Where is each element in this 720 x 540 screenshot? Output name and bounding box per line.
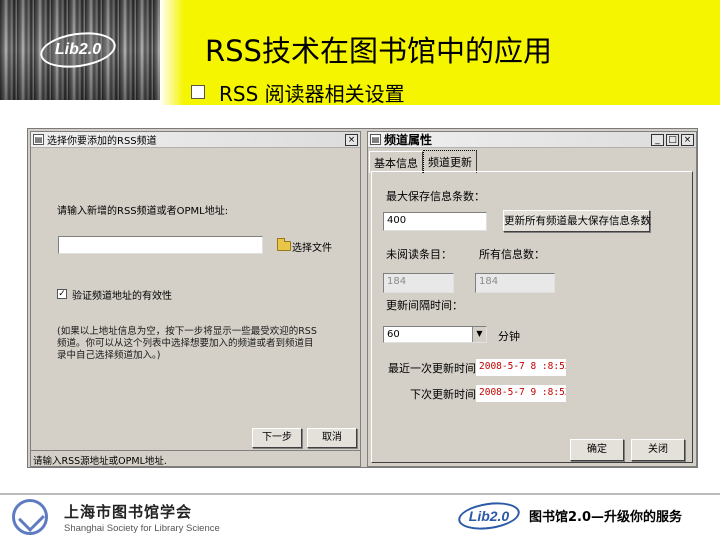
add-channel-title: 选择你要添加的RSS频道 xyxy=(47,136,157,147)
interval-value: 60 xyxy=(387,329,400,340)
chevron-down-icon[interactable]: ▼ xyxy=(472,327,486,342)
choose-file-link[interactable]: 选择文件 xyxy=(292,239,332,254)
status-bar: 请输入RSS源地址或OPML地址. xyxy=(31,450,360,466)
lib2-footer-text: Lib2.0 xyxy=(468,508,510,524)
society-logo-icon xyxy=(12,499,48,535)
interval-select[interactable]: 60 ▼ xyxy=(383,326,487,343)
channel-url-input[interactable] xyxy=(58,236,263,254)
close-icon[interactable]: × xyxy=(681,133,694,146)
maximize-icon[interactable]: □ xyxy=(666,133,679,146)
properties-tabs: 基本信息 频道更新 xyxy=(369,150,477,173)
folder-icon[interactable] xyxy=(277,238,291,251)
update-all-max-button[interactable]: 更新所有频道最大保存信息条数 xyxy=(503,210,651,232)
add-channel-dialog: ▤ 选择你要添加的RSS频道 × 请输入新增的RSS频道或者OPML地址: 选择… xyxy=(30,131,361,467)
channel-update-panel: 最大保存信息条数： 400 更新所有频道最大保存信息条数 未阅读条目： 所有信息… xyxy=(371,171,693,463)
max-items-label: 最大保存信息条数： xyxy=(386,190,485,203)
footer-slogan: 图书馆2.0—升级你的服务 xyxy=(529,510,683,525)
channel-properties-title: 频道属性 xyxy=(384,133,433,147)
footer-divider xyxy=(0,493,720,495)
unread-count-field: 184 xyxy=(383,273,454,293)
next-update-value: 2008-5-7 9 :8:53 xyxy=(479,387,566,398)
last-update-value: 2008-5-7 8 :8:53 xyxy=(479,361,566,372)
society-name-en: Shanghai Society for Library Science xyxy=(64,523,220,534)
slide-header: Lib2.0 RSS技术在图书馆中的应用 RSS 阅读器相关设置 xyxy=(0,0,720,106)
next-update-field: 2008-5-7 9 :8:53 xyxy=(476,385,566,402)
last-update-field: 2008-5-7 8 :8:53 xyxy=(476,359,566,376)
tab-basic-info[interactable]: 基本信息 xyxy=(369,151,423,173)
window-app-icon: ▤ xyxy=(370,134,381,145)
channel-properties-titlebar: ▤ 频道属性 _ □ × xyxy=(368,132,696,148)
total-count-field: 184 xyxy=(475,273,555,293)
square-bullet-icon xyxy=(191,85,205,99)
channel-properties-dialog: ▤ 频道属性 _ □ × 基本信息 频道更新 最大保存信息条数： 400 更新所… xyxy=(367,131,697,467)
minimize-icon[interactable]: _ xyxy=(651,133,664,146)
verify-label: 验证频道地址的有效性 xyxy=(72,291,172,302)
verify-checkbox[interactable]: ✓ xyxy=(57,289,67,299)
screenshot-frame: ▤ 选择你要添加的RSS频道 × 请输入新增的RSS频道或者OPML地址: 选择… xyxy=(27,128,698,468)
add-channel-titlebar: ▤ 选择你要添加的RSS频道 × xyxy=(31,132,360,148)
bullet-text: RSS 阅读器相关设置 xyxy=(219,81,405,106)
bullet-item: RSS 阅读器相关设置 xyxy=(191,80,405,106)
close-icon[interactable]: × xyxy=(345,133,358,146)
url-prompt-label: 请输入新增的RSS频道或者OPML地址: xyxy=(57,206,229,217)
ok-button[interactable]: 确定 xyxy=(570,439,624,461)
tab-channel-update[interactable]: 频道更新 xyxy=(423,150,477,173)
interval-label: 更新间隔时间： xyxy=(386,299,463,312)
window-app-icon: ▤ xyxy=(33,134,44,145)
interval-unit: 分钟 xyxy=(498,330,520,343)
lib2-logo-footer: Lib2.0 xyxy=(456,498,522,534)
slide-title: RSS技术在图书馆中的应用 xyxy=(205,34,552,68)
max-items-input[interactable]: 400 xyxy=(383,212,487,231)
next-button[interactable]: 下一步 xyxy=(252,428,302,448)
lib2-logo-text: Lib2.0 xyxy=(54,41,102,58)
cancel-button[interactable]: 取消 xyxy=(307,428,357,448)
info-text: (如果以上地址信息为空，按下一步将显示一些最受欢迎的RSS频道。你可以从这个列表… xyxy=(57,326,317,361)
society-name-cn: 上海市图书馆学会 xyxy=(64,503,193,521)
total-label: 所有信息数： xyxy=(479,248,545,261)
close-button[interactable]: 关闭 xyxy=(631,439,685,461)
last-update-label: 最近一次更新时间： xyxy=(388,362,487,375)
unread-label: 未阅读条目： xyxy=(386,248,452,261)
